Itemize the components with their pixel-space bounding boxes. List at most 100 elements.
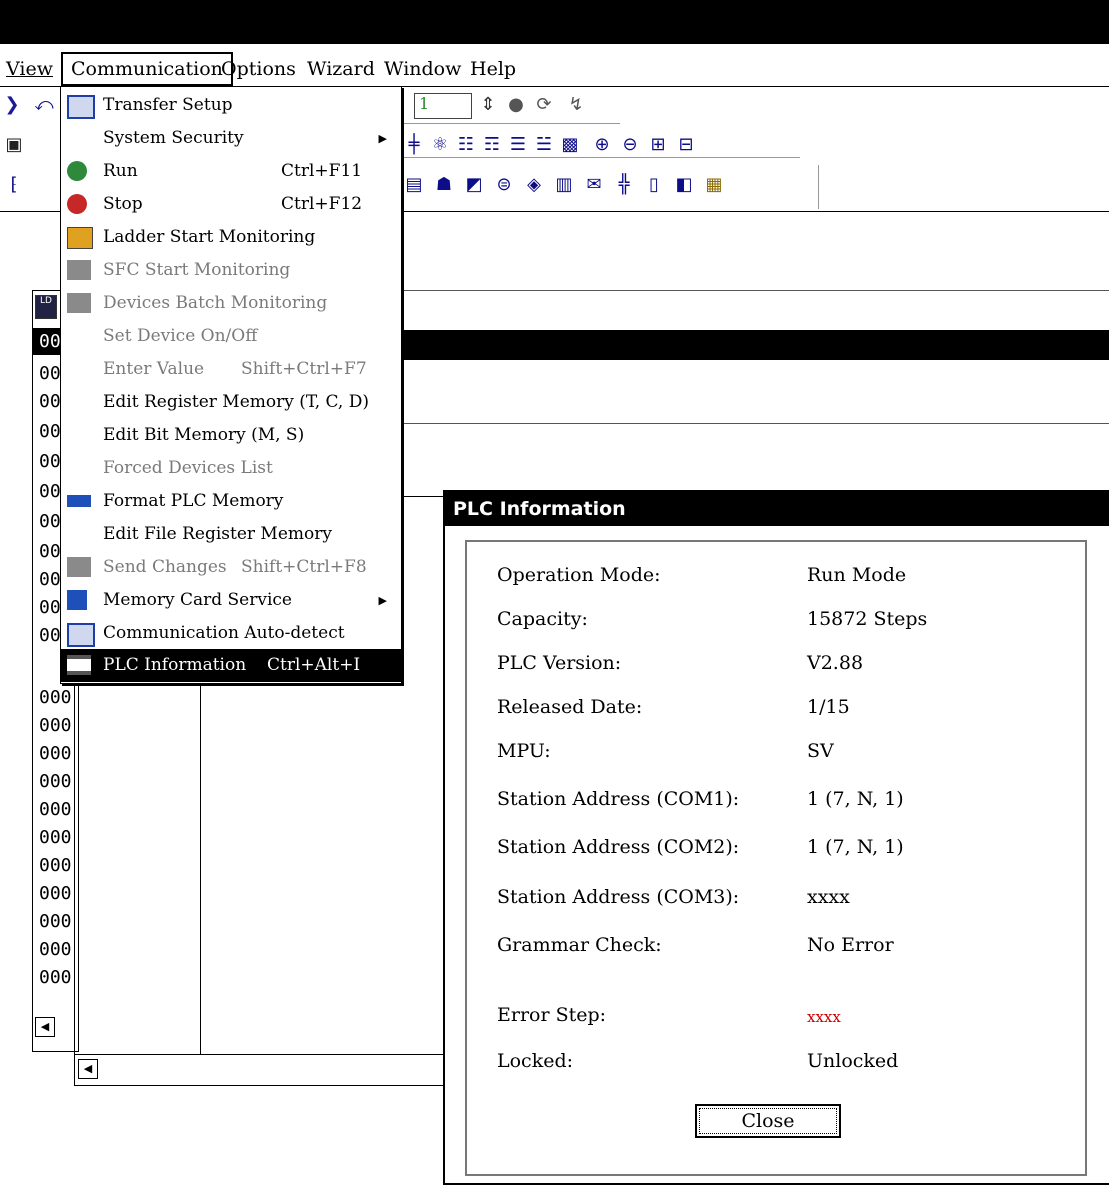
menu-item-shortcut: Shift+Ctrl+F7: [241, 359, 367, 379]
menu-window[interactable]: Window: [376, 52, 469, 86]
close-button[interactable]: Close: [695, 1104, 841, 1138]
menu-item-communication-auto-detect[interactable]: Communication Auto-detect: [61, 617, 401, 650]
toolbar-icon[interactable]: ▩: [560, 135, 580, 155]
menu-options[interactable]: Options: [213, 52, 304, 86]
menu-item-send-changes[interactable]: Send Changes Shift+Ctrl+F8: [61, 551, 401, 584]
toolbar-icon[interactable]: ╪: [404, 135, 424, 155]
title-bar-gap: [0, 44, 1109, 52]
menu-item-run[interactable]: Run Ctrl+F11: [61, 155, 401, 188]
row-number: 000: [39, 939, 72, 960]
spinner-icon[interactable]: ⇕: [478, 95, 498, 115]
menu-item-shortcut: Ctrl+Alt+I: [267, 655, 361, 675]
toolbar-icon[interactable]: ▥: [554, 175, 574, 195]
toolbar-icon[interactable]: ⊟: [676, 135, 696, 155]
info-label: Operation Mode:: [497, 564, 661, 586]
row-number: 000: [39, 715, 72, 736]
toolbar-icon[interactable]: ⊞: [648, 135, 668, 155]
row-number: 00: [39, 597, 61, 618]
toolbar-icon[interactable]: ⁅: [4, 175, 24, 195]
menu-item-plc-information[interactable]: PLC Information Ctrl+Alt+I: [61, 649, 401, 682]
toolbar-icon[interactable]: ▦: [704, 175, 724, 195]
plc-info-icon: [67, 655, 91, 675]
menu-item-shortcut: Ctrl+F12: [281, 194, 363, 214]
toolbar-icon[interactable]: ☰: [508, 135, 528, 155]
mail-icon[interactable]: ✉: [584, 175, 604, 195]
menu-item-edit-file-register-memory[interactable]: Edit File Register Memory: [61, 518, 401, 551]
menu-item-format-plc-memory[interactable]: Format PLC Memory: [61, 485, 401, 518]
menu-item-label: Stop: [103, 194, 143, 214]
menu-item-sfc-start-monitoring[interactable]: SFC Start Monitoring: [61, 254, 401, 287]
menu-item-devices-batch-monitoring[interactable]: Devices Batch Monitoring: [61, 287, 401, 320]
toolbar-icon[interactable]: ☷: [456, 135, 476, 155]
stop-icon: [67, 194, 87, 214]
toolbar-icon[interactable]: ▯: [644, 175, 664, 195]
dialog-title: PLC Information: [445, 492, 1109, 526]
menu-bar: View Communication Options Wizard Window…: [0, 52, 1109, 87]
row-number: 000: [39, 771, 72, 792]
menu-item-enter-value[interactable]: Enter Value Shift+Ctrl+F7: [61, 353, 401, 386]
transfer-setup-icon: [67, 95, 95, 119]
toolbar-icon[interactable]: ⊜: [494, 175, 514, 195]
editor-line: [400, 496, 443, 497]
menu-item-forced-devices-list[interactable]: Forced Devices List: [61, 452, 401, 485]
menu-help[interactable]: Help: [462, 52, 524, 86]
menu-item-set-device-on-off[interactable]: Set Device On/Off: [61, 320, 401, 353]
communication-dropdown: Transfer Setup System Security ▶ Run Ctr…: [60, 86, 402, 684]
menu-item-label: Edit Register Memory (T, C, D): [103, 392, 369, 412]
scroll-left-button[interactable]: ◀: [78, 1059, 98, 1079]
info-label: Released Date:: [497, 696, 643, 718]
row-number: 000: [39, 967, 72, 988]
toolbar-divider: [818, 165, 819, 209]
pid-icon[interactable]: ▤: [404, 175, 424, 195]
info-label: Capacity:: [497, 608, 588, 630]
toolbar-icon[interactable]: ☱: [534, 135, 554, 155]
info-value: No Error: [807, 934, 894, 956]
auto-detect-icon: [67, 623, 95, 647]
sfc-monitor-icon: [67, 260, 91, 280]
menu-view[interactable]: View: [0, 52, 61, 86]
menu-item-label: PLC Information: [103, 655, 247, 675]
toolbar-icon[interactable]: ⚛: [430, 135, 450, 155]
monitor-icon[interactable]: ▣: [4, 135, 24, 155]
menu-item-system-security[interactable]: System Security ▶: [61, 122, 401, 155]
refresh-icon[interactable]: ⟳: [534, 95, 554, 115]
zoom-out-icon[interactable]: ⊖: [620, 135, 640, 155]
menu-communication[interactable]: Communication: [61, 52, 233, 86]
menu-wizard[interactable]: Wizard: [299, 52, 383, 86]
menu-item-stop[interactable]: Stop Ctrl+F12: [61, 188, 401, 221]
toolbar-icon[interactable]: ◈: [524, 175, 544, 195]
menu-item-label: Edit Bit Memory (M, S): [103, 425, 305, 445]
record-icon[interactable]: ●: [506, 95, 526, 115]
info-value: 1 (7, N, 1): [807, 788, 904, 810]
toolbar-icon[interactable]: ◧: [674, 175, 694, 195]
row-number: 00: [39, 541, 61, 562]
toolbar-icon[interactable]: ❯: [2, 95, 22, 115]
row-number: 000: [39, 827, 72, 848]
submenu-arrow-icon: ▶: [378, 132, 387, 145]
row-number: 00: [39, 421, 61, 442]
info-label: Grammar Check:: [497, 934, 662, 956]
menu-item-label: Devices Batch Monitoring: [103, 293, 328, 313]
pointer-icon[interactable]: ↯: [566, 95, 586, 115]
step-input[interactable]: 1: [414, 93, 472, 119]
toolbar-icon[interactable]: ☗: [434, 175, 454, 195]
info-label: Station Address (COM2):: [497, 836, 740, 858]
menu-item-edit-register-memory[interactable]: Edit Register Memory (T, C, D): [61, 386, 401, 419]
toolbar-icon[interactable]: ☶: [482, 135, 502, 155]
toolbar-icon[interactable]: ╬: [614, 175, 634, 195]
menu-item-ladder-start-monitoring[interactable]: Ladder Start Monitoring: [61, 221, 401, 254]
zoom-in-icon[interactable]: ⊕: [592, 135, 612, 155]
menu-item-memory-card-service[interactable]: Memory Card Service ▶: [61, 584, 401, 617]
batch-monitor-icon: [67, 293, 91, 313]
info-value: 1 (7, N, 1): [807, 836, 904, 858]
row-number: 00: [39, 451, 61, 472]
toolbar-icon[interactable]: ◩: [464, 175, 484, 195]
menu-item-transfer-setup[interactable]: Transfer Setup: [61, 89, 401, 122]
scroll-left-button[interactable]: ◀: [35, 1017, 55, 1037]
menu-item-edit-bit-memory[interactable]: Edit Bit Memory (M, S): [61, 419, 401, 452]
editor-border: [400, 423, 1109, 424]
toolbar-icon[interactable]: ⤺: [34, 95, 54, 115]
menu-item-label: System Security: [103, 128, 244, 148]
info-value: xxxx: [807, 886, 850, 908]
row-number: 00: [39, 363, 61, 384]
